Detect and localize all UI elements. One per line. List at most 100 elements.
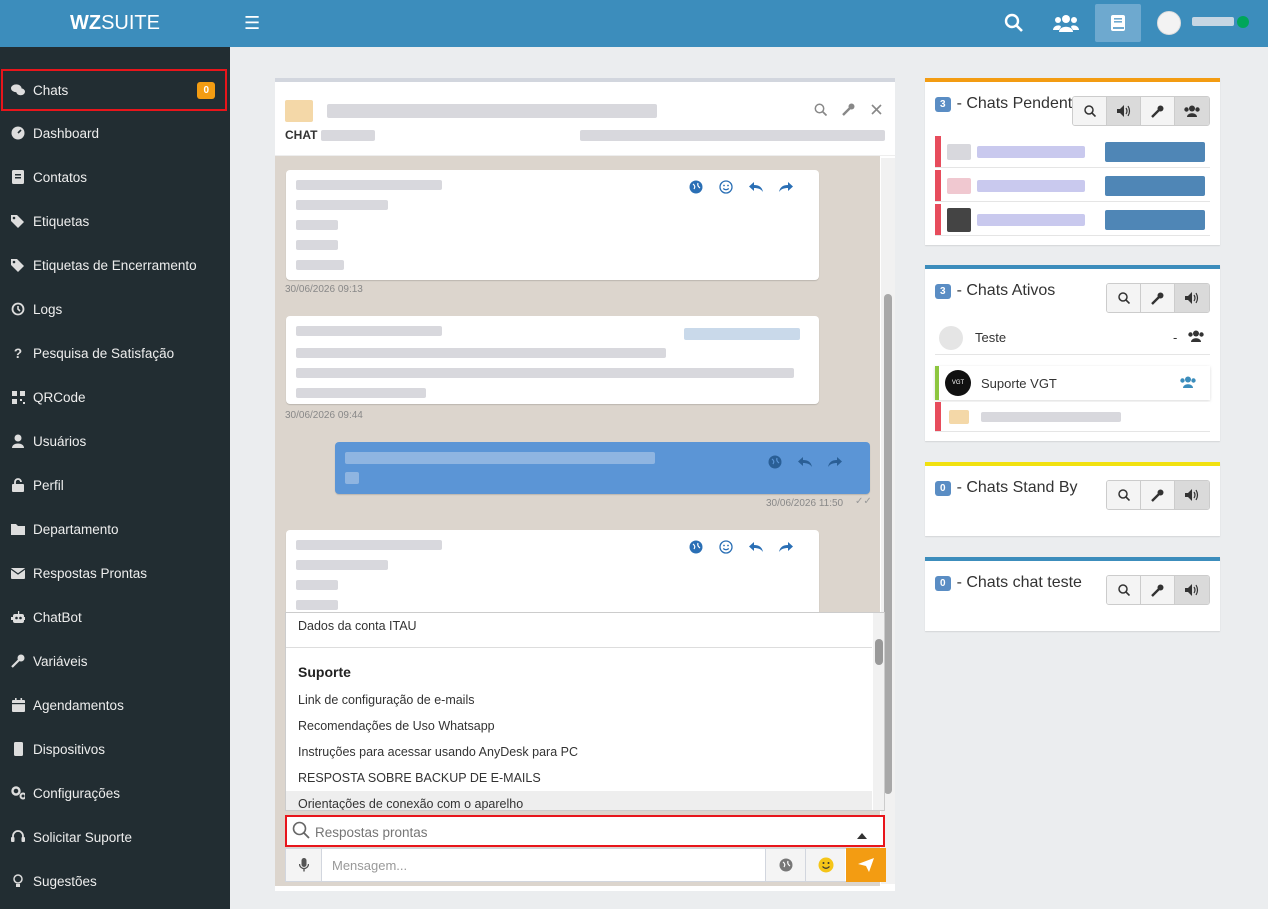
brand-logo[interactable]: WZ SUITE [0, 0, 230, 47]
sidebar-item-label: Usuários [33, 433, 87, 449]
search-icon[interactable] [1107, 284, 1141, 312]
search-icon[interactable] [1107, 481, 1141, 509]
wrench-icon[interactable] [1141, 576, 1175, 604]
sidebar: Chats 0 Dashboard Contatos Etiquetas Eti… [0, 47, 230, 909]
sidebar-item-etiquetas[interactable]: Etiquetas [0, 199, 230, 243]
emoji-icon[interactable] [805, 849, 845, 881]
search-icon[interactable] [991, 4, 1037, 42]
dropdown-scrollbar-thumb[interactable] [875, 639, 883, 665]
lightbulb-icon [11, 874, 25, 888]
close-icon[interactable] [869, 102, 883, 116]
mobile-icon [11, 742, 25, 756]
globe-icon[interactable] [689, 180, 703, 194]
search-icon[interactable] [813, 102, 827, 116]
cogs-icon [11, 786, 25, 800]
sidebar-item-etiquetas-encerramento[interactable]: Etiquetas de Encerramento [0, 243, 230, 287]
reply-icon[interactable] [749, 180, 763, 194]
user-icon [11, 434, 25, 448]
wrench-icon[interactable] [841, 102, 855, 116]
message-timestamp: 30/06/2026 09:44 [285, 410, 363, 421]
globe-icon[interactable] [689, 540, 703, 554]
quick-reply-option[interactable]: Orientações de conexão com o aparelho [298, 797, 523, 810]
wrench-icon[interactable] [1141, 481, 1175, 509]
message-composer: Mensagem... [285, 848, 886, 882]
sidebar-item-pesquisa[interactable]: ? Pesquisa de Satisfação [0, 331, 230, 375]
active-chat-row[interactable] [935, 402, 1210, 432]
sidebar-item-label: QRCode [33, 389, 86, 405]
pending-chat-row[interactable] [935, 170, 1210, 202]
wrench-icon[interactable] [1141, 97, 1175, 125]
sidebar-item-logs[interactable]: Logs [0, 287, 230, 331]
active-chat-row[interactable]: VGT Suporte VGT [935, 366, 1210, 400]
active-chat-row[interactable]: Teste - [935, 321, 1210, 355]
sidebar-item-dispositivos[interactable]: Dispositivos [0, 727, 230, 771]
sidebar-item-configuracoes[interactable]: Configurações [0, 771, 230, 815]
chats-icon [11, 83, 25, 97]
forward-icon[interactable] [779, 540, 793, 554]
sidebar-item-departamento[interactable]: Departamento [0, 507, 230, 551]
volume-icon[interactable] [1175, 576, 1209, 604]
group-icon[interactable] [1175, 97, 1209, 125]
globe-icon[interactable] [765, 849, 805, 881]
forward-icon[interactable] [828, 455, 842, 469]
volume-icon[interactable] [1175, 284, 1209, 312]
sidebar-item-label: Respostas Prontas [33, 565, 148, 581]
sidebar-item-usuarios[interactable]: Usuários [0, 419, 230, 463]
pending-chat-row[interactable] [935, 136, 1210, 168]
sidebar-item-label: Etiquetas [33, 213, 90, 229]
group-icon[interactable] [1187, 330, 1205, 345]
emoji-icon[interactable] [719, 540, 733, 554]
quick-reply-option[interactable]: Instruções para acessar usando AnyDesk p… [298, 745, 578, 759]
message-bubble [286, 316, 819, 404]
reply-icon[interactable] [749, 540, 763, 554]
sidebar-item-chatbot[interactable]: ChatBot [0, 595, 230, 639]
sidebar-item-qrcode[interactable]: QRCode [0, 375, 230, 419]
quick-replies-search[interactable] [285, 815, 885, 847]
sidebar-item-dashboard[interactable]: Dashboard [0, 111, 230, 155]
contacts-icon [11, 170, 25, 184]
sidebar-item-contatos[interactable]: Contatos [0, 155, 230, 199]
reply-icon[interactable] [798, 455, 812, 469]
quick-reply-option[interactable]: RESPOSTA SOBRE BACKUP DE E-MAILS [298, 771, 541, 785]
emoji-icon[interactable] [719, 180, 733, 194]
volume-icon[interactable] [1175, 481, 1209, 509]
search-icon[interactable] [1107, 576, 1141, 604]
chat-header: CHAT [275, 82, 895, 156]
wrench-icon[interactable] [1141, 284, 1175, 312]
pending-chat-row[interactable] [935, 204, 1210, 236]
avatar [939, 325, 963, 350]
sidebar-item-respostas[interactable]: Respostas Prontas [0, 551, 230, 595]
envelope-icon [11, 566, 25, 580]
quick-reply-group-title: Suporte [298, 664, 351, 680]
book-icon[interactable] [1095, 4, 1141, 42]
user-name[interactable] [1192, 17, 1234, 26]
forward-icon[interactable] [779, 180, 793, 194]
messages-scrollbar-thumb[interactable] [884, 294, 892, 794]
quick-replies-input[interactable] [315, 823, 855, 841]
quick-reply-option[interactable]: Recomendações de Uso Whatsapp [298, 719, 495, 733]
sidebar-item-sugestoes[interactable]: Sugestões [0, 859, 230, 903]
message-input[interactable]: Mensagem... [332, 858, 407, 873]
sidebar-item-suporte[interactable]: Solicitar Suporte [0, 815, 230, 859]
caret-up-icon[interactable] [857, 827, 867, 842]
quick-reply-option[interactable]: Link de configuração de e-mails [298, 693, 475, 707]
send-button[interactable] [846, 848, 886, 882]
sidebar-item-perfil[interactable]: Perfil [0, 463, 230, 507]
quick-reply-option[interactable]: Dados da conta ITAU [298, 619, 417, 633]
sidebar-item-chats[interactable]: Chats 0 [1, 69, 227, 111]
menu-toggle-icon[interactable]: ☰ [244, 13, 260, 34]
search-icon[interactable] [1073, 97, 1107, 125]
top-navbar: ☰ [230, 0, 1268, 47]
users-icon[interactable] [1043, 4, 1089, 42]
globe-icon[interactable] [768, 455, 782, 469]
sidebar-item-label: Pesquisa de Satisfação [33, 345, 175, 361]
microphone-icon[interactable] [286, 849, 322, 881]
active-count-badge: 3 [935, 283, 951, 299]
double-check-icon: ✓✓ [855, 496, 872, 507]
dashboard-icon [11, 126, 25, 140]
sidebar-item-agendamentos[interactable]: Agendamentos [0, 683, 230, 727]
group-icon[interactable] [1179, 376, 1197, 391]
volume-icon[interactable] [1107, 97, 1141, 125]
user-avatar[interactable] [1146, 4, 1192, 42]
sidebar-item-variaveis[interactable]: Variáveis [0, 639, 230, 683]
